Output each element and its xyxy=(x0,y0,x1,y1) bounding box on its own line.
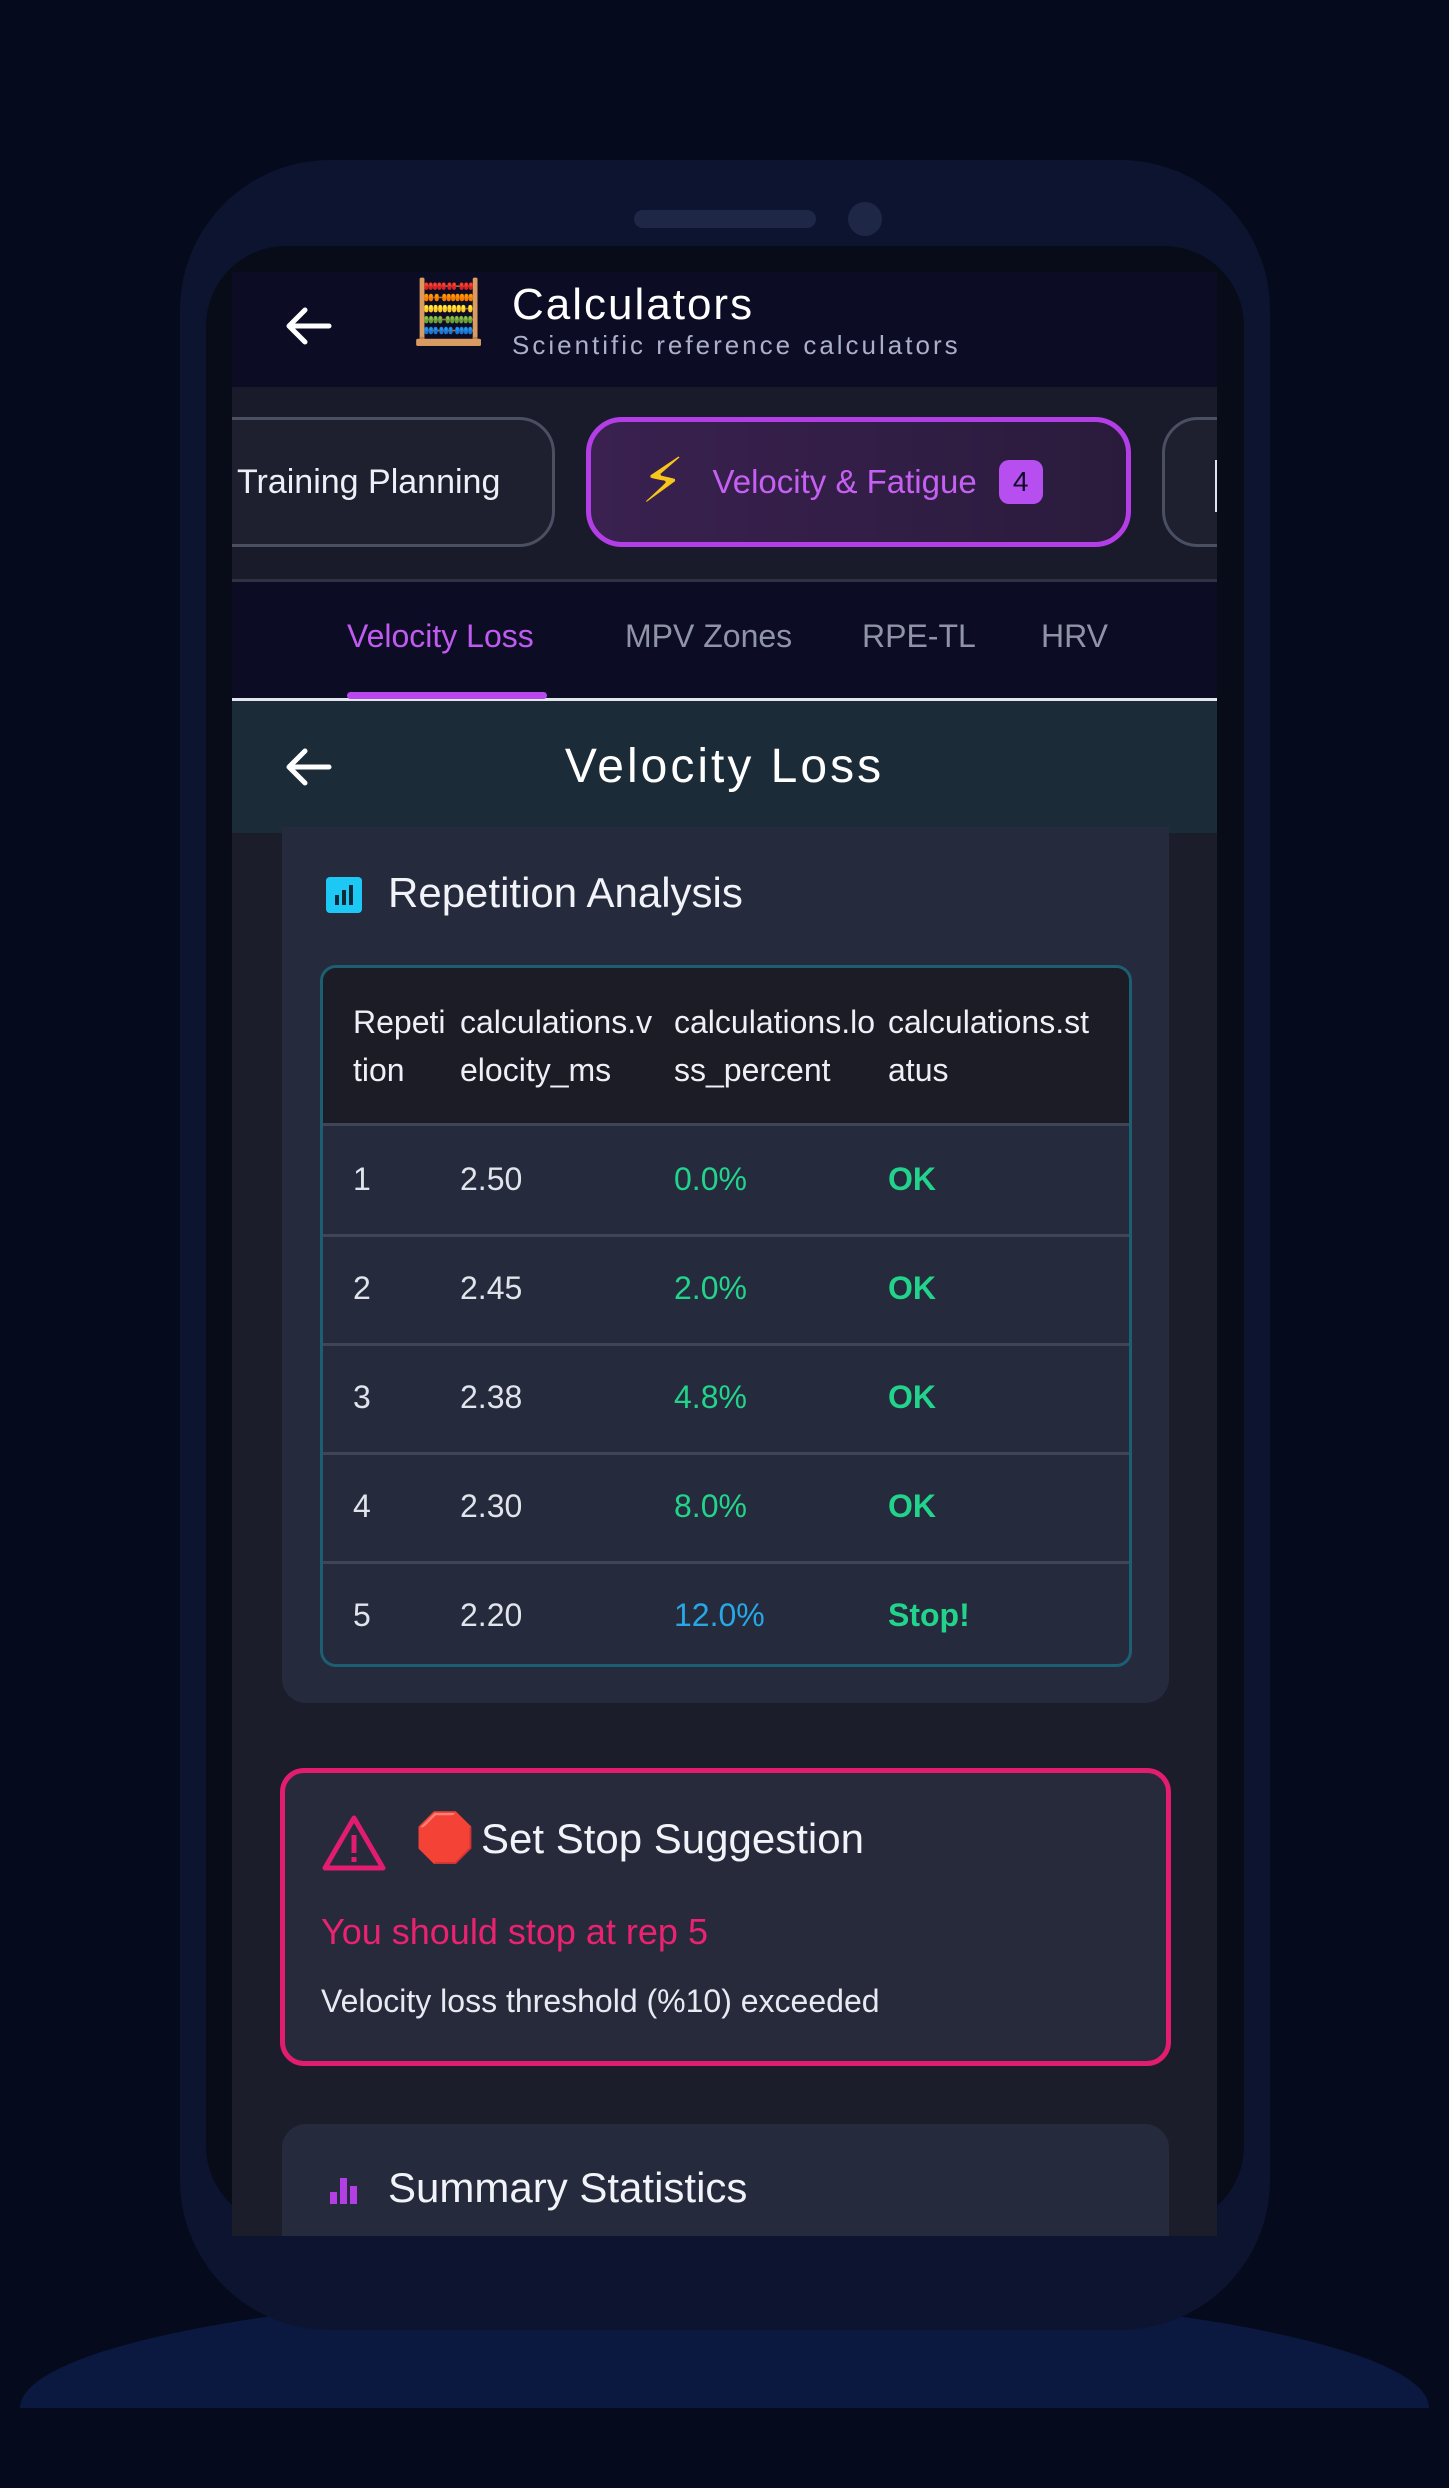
loss-cell: 12.0% xyxy=(674,1597,765,1633)
category-label: Velocity & Fatigue xyxy=(712,463,977,500)
velocity-cell: 2.45 xyxy=(460,1270,523,1306)
loss-cell: 2.0% xyxy=(674,1270,747,1306)
table-row: 3 2.38 4.8% OK xyxy=(323,1344,1129,1455)
velocity-cell: 2.30 xyxy=(460,1488,523,1524)
rep-cell: 1 xyxy=(353,1161,371,1197)
summary-statistics-card: Summary Statistics xyxy=(282,2124,1169,2236)
rep-cell: 5 xyxy=(353,1597,371,1633)
calculator-tabs: Velocity Loss MPV Zones RPE-TL HRV xyxy=(232,582,1217,701)
category-chip-velocity-fatigue[interactable]: ⚡ Velocity & Fatigue 4 xyxy=(586,417,1131,547)
table-row: 1 2.50 0.0% OK xyxy=(323,1126,1129,1237)
table-row: 4 2.30 8.0% OK xyxy=(323,1453,1129,1564)
tab-hrv[interactable]: HRV xyxy=(1041,618,1108,655)
loss-cell: 8.0% xyxy=(674,1488,747,1524)
set-stop-suggestion-card: 🛑 Set Stop Suggestion You should stop at… xyxy=(280,1768,1171,2066)
status-cell: OK xyxy=(888,1161,936,1197)
category-chip-next[interactable] xyxy=(1162,417,1217,547)
phone-camera xyxy=(848,202,882,236)
count-badge: 4 xyxy=(998,460,1043,504)
app-screen: 🧮 Calculators Scientific reference calcu… xyxy=(232,272,1217,2236)
category-chip-training-planning[interactable]: Training Planning xyxy=(232,417,555,547)
table-row: 2 2.45 2.0% OK xyxy=(323,1235,1129,1346)
velocity-cell: 2.50 xyxy=(460,1161,523,1197)
column-header-status: calculations.status xyxy=(888,1004,1089,1088)
table-header: Repetition calculations.velocity_ms calc… xyxy=(323,968,1129,1126)
card-title: Repetition Analysis xyxy=(388,869,743,916)
tab-velocity-loss[interactable]: Velocity Loss xyxy=(347,618,534,655)
bar-chart-icon xyxy=(330,2178,357,2204)
bar-chart-icon xyxy=(326,877,362,913)
status-cell: Stop! xyxy=(888,1597,970,1633)
stop-card-title: Set Stop Suggestion xyxy=(481,1815,864,1862)
column-header-loss: calculations.loss_percent xyxy=(674,1004,875,1088)
column-header-velocity: calculations.velocity_ms xyxy=(460,1004,653,1088)
page-title: Velocity Loss xyxy=(564,740,885,793)
warning-triangle-icon xyxy=(322,1815,386,1871)
stop-message: You should stop at rep 5 xyxy=(321,1911,708,1952)
status-cell: OK xyxy=(888,1379,936,1415)
app-subtitle: Scientific reference calculators xyxy=(512,330,961,360)
loss-cell: 4.8% xyxy=(674,1379,747,1415)
column-header-repetition: Repetition xyxy=(353,1004,446,1088)
app-title: Calculators xyxy=(512,280,755,329)
category-icon xyxy=(1215,460,1217,512)
rep-cell: 4 xyxy=(353,1488,371,1524)
table-row: 5 2.20 12.0% Stop! xyxy=(323,1562,1129,1664)
phone-speaker xyxy=(634,210,816,228)
abacus-icon: 🧮 xyxy=(410,278,488,347)
app-bar: 🧮 Calculators Scientific reference calcu… xyxy=(232,272,1217,387)
rep-cell: 2 xyxy=(353,1270,371,1306)
card-title: Summary Statistics xyxy=(388,2164,748,2211)
category-scroller[interactable]: Training Planning ⚡ Velocity & Fatigue 4 xyxy=(232,387,1217,582)
rep-cell: 3 xyxy=(353,1379,371,1415)
status-cell: OK xyxy=(888,1270,936,1306)
tab-rpe-tl[interactable]: RPE-TL xyxy=(862,618,976,655)
back-arrow-icon[interactable] xyxy=(277,294,341,358)
velocity-cell: 2.38 xyxy=(460,1379,523,1415)
loss-cell: 0.0% xyxy=(674,1161,747,1197)
lightning-icon: ⚡ xyxy=(641,447,685,516)
repetition-analysis-card: Repetition Analysis Repetition calculati… xyxy=(282,827,1169,1703)
tab-mpv-zones[interactable]: MPV Zones xyxy=(625,618,792,655)
velocity-cell: 2.20 xyxy=(460,1597,523,1633)
page-header: Velocity Loss xyxy=(232,701,1217,833)
repetition-table: Repetition calculations.velocity_ms calc… xyxy=(320,965,1132,1667)
active-tab-indicator xyxy=(347,692,547,699)
status-cell: OK xyxy=(888,1488,936,1524)
category-label: Training Planning xyxy=(237,462,501,501)
stop-sign-icon: 🛑 xyxy=(415,1812,475,1865)
stop-description: Velocity loss threshold (%10) exceeded xyxy=(321,1983,880,2019)
